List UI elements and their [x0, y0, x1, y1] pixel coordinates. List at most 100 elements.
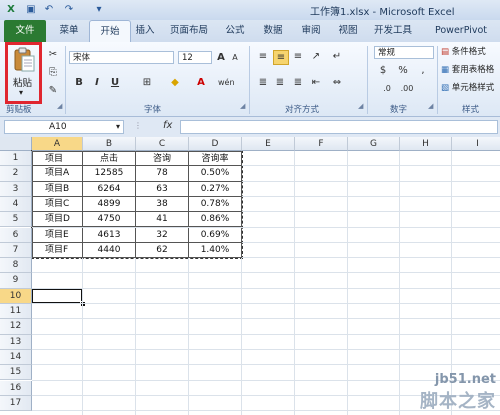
fill-color-icon[interactable]: ◆ [168, 76, 182, 89]
table-header-cell[interactable]: 项目 [32, 151, 83, 167]
table-cell[interactable]: 0.69% [189, 227, 242, 243]
row-header-12[interactable]: 12 [0, 319, 32, 335]
format-painter-icon[interactable]: ✎ [46, 84, 60, 97]
table-cell[interactable]: 12585 [83, 166, 136, 182]
column-header-h[interactable]: H [400, 137, 452, 151]
table-header-cell[interactable]: 点击 [83, 151, 136, 167]
wrap-text-icon[interactable]: ↵ [330, 50, 344, 63]
row-header-11[interactable]: 11 [0, 304, 32, 320]
select-all-corner[interactable] [0, 137, 32, 151]
cell-styles-button[interactable]: ▧ 单元格样式 [441, 81, 494, 93]
save-icon[interactable]: ▣ [24, 3, 38, 17]
italic-button[interactable]: I [90, 76, 104, 89]
table-cell[interactable]: 63 [136, 181, 189, 197]
font-color-icon[interactable]: A [194, 76, 208, 89]
format-as-table-button[interactable]: ▦ 套用表格格 [441, 63, 494, 75]
underline-button[interactable]: U [108, 76, 122, 89]
table-cell[interactable]: 4899 [83, 196, 136, 213]
table-cell[interactable]: 项目F [32, 242, 83, 259]
table-cell[interactable]: 0.50% [189, 166, 242, 182]
tab-developer[interactable]: 开发工具 [369, 20, 417, 42]
borders-icon[interactable]: ⊞ [140, 76, 154, 89]
row-header-3[interactable]: 3 [0, 181, 32, 197]
table-cell[interactable]: 62 [136, 242, 189, 259]
phonetic-icon[interactable]: wén [218, 76, 235, 89]
align-right-icon[interactable]: ≣ [291, 76, 305, 89]
indent-icon[interactable]: ⇤ [309, 76, 323, 89]
align-left-icon[interactable]: ≣ [256, 76, 270, 89]
number-format-dropdown[interactable]: 常规 [374, 46, 434, 59]
table-header-cell[interactable]: 咨询率 [189, 151, 242, 167]
tab-file[interactable]: 文件 [4, 20, 46, 42]
fill-handle[interactable] [80, 301, 86, 307]
copy-icon[interactable]: ⎘ [46, 66, 60, 79]
row-header-5[interactable]: 5 [0, 212, 32, 228]
table-cell[interactable]: 项目C [32, 196, 83, 213]
percent-icon[interactable]: % [396, 64, 410, 77]
table-cell[interactable]: 0.27% [189, 181, 242, 197]
number-launcher-icon[interactable]: ◢ [428, 102, 433, 110]
row-header-6[interactable]: 6 [0, 227, 32, 243]
align-center-icon[interactable]: ≣ [273, 76, 287, 89]
table-cell[interactable]: 32 [136, 227, 189, 243]
tab-page-layout[interactable]: 页面布局 [165, 20, 213, 42]
chevron-down-icon[interactable]: ▾ [116, 121, 120, 133]
column-header-f[interactable]: F [295, 137, 348, 151]
table-cell[interactable]: 38 [136, 196, 189, 213]
align-bottom-icon[interactable]: ≡ [291, 50, 305, 63]
conditional-format-button[interactable]: ▤ 条件格式 [441, 45, 486, 57]
row-header-14[interactable]: 14 [0, 349, 32, 366]
align-middle-icon[interactable]: ≡ [273, 50, 289, 65]
bold-button[interactable]: B [72, 76, 86, 89]
table-cell[interactable]: 4613 [83, 227, 136, 243]
column-header-c[interactable]: C [136, 137, 189, 151]
orientation-icon[interactable]: ↗ [309, 50, 323, 63]
font-size-dropdown[interactable]: 12 [178, 51, 212, 64]
row-header-17[interactable]: 17 [0, 395, 32, 412]
column-header-g[interactable]: G [348, 137, 400, 151]
increase-decimal-icon[interactable]: .0 [380, 82, 394, 95]
row-header-4[interactable]: 4 [0, 196, 32, 213]
alignment-launcher-icon[interactable]: ◢ [358, 102, 363, 110]
increase-font-icon[interactable]: A [214, 51, 228, 64]
table-cell[interactable]: 项目D [32, 212, 83, 228]
font-launcher-icon[interactable]: ◢ [240, 102, 245, 110]
currency-icon[interactable]: $ [376, 64, 390, 77]
cut-icon[interactable]: ✂ [46, 48, 60, 61]
table-cell[interactable]: 0.78% [189, 196, 242, 213]
column-header-d[interactable]: D [189, 137, 242, 151]
table-cell[interactable]: 0.86% [189, 212, 242, 228]
name-box[interactable]: A10 ▾ [4, 120, 124, 134]
column-header-a[interactable]: A [32, 137, 83, 151]
tab-insert[interactable]: 插入 [130, 20, 160, 42]
comma-icon[interactable]: , [416, 64, 430, 77]
formula-input[interactable] [180, 120, 498, 134]
table-cell[interactable]: 4440 [83, 242, 136, 259]
row-header-10[interactable]: 10 [0, 288, 32, 304]
row-header-2[interactable]: 2 [0, 166, 32, 182]
tab-formulas[interactable]: 公式 [220, 20, 250, 42]
table-header-cell[interactable]: 咨询 [136, 151, 189, 167]
table-cell[interactable]: 4750 [83, 212, 136, 228]
tab-menu[interactable]: 菜单 [52, 20, 86, 42]
row-header-15[interactable]: 15 [0, 365, 32, 381]
align-top-icon[interactable]: ≡ [256, 50, 270, 63]
tab-home[interactable]: 开始 [89, 20, 131, 43]
customize-icon[interactable]: ▾ [92, 3, 106, 17]
font-name-dropdown[interactable]: 宋体 [69, 51, 174, 64]
table-cell[interactable]: 项目A [32, 166, 83, 182]
redo-icon[interactable]: ↷ [62, 3, 76, 17]
decrease-font-icon[interactable]: A [228, 51, 242, 64]
column-header-b[interactable]: B [83, 137, 136, 151]
table-cell[interactable]: 41 [136, 212, 189, 228]
tab-powerpivot[interactable]: PowerPivot [428, 20, 494, 42]
row-header-1[interactable]: 1 [0, 151, 32, 167]
column-header-e[interactable]: E [242, 137, 295, 151]
table-cell[interactable]: 78 [136, 166, 189, 182]
clipboard-launcher-icon[interactable]: ◢ [57, 102, 62, 110]
tab-view[interactable]: 视图 [333, 20, 363, 42]
table-cell[interactable]: 6264 [83, 181, 136, 197]
table-cell[interactable]: 项目E [32, 227, 83, 243]
table-cell[interactable]: 项目B [32, 181, 83, 197]
merge-cells-icon[interactable]: ⇔ [330, 76, 344, 89]
